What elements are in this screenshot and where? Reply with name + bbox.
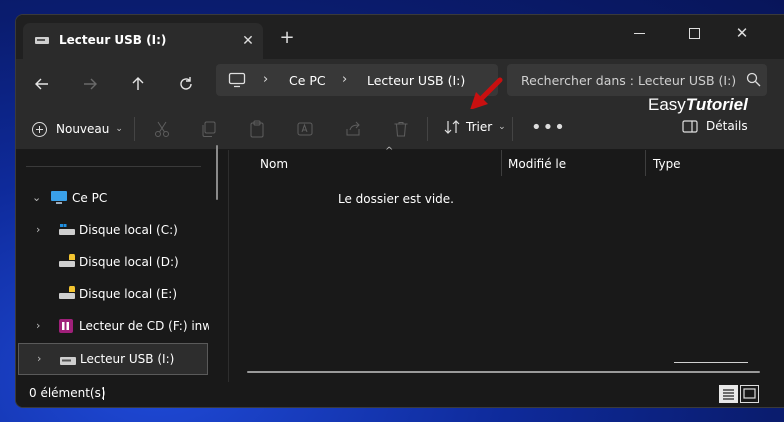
sort-icon: [444, 120, 460, 134]
sidebar-item-label: Ce PC: [72, 191, 108, 205]
status-divider: [103, 387, 104, 400]
more-options-button[interactable]: •••: [531, 117, 566, 138]
column-header-name[interactable]: Nom: [260, 157, 288, 171]
sidebar-item-label: Disque local (C:): [79, 223, 178, 237]
empty-folder-message: Le dossier est vide.: [337, 192, 454, 206]
chevron-right-icon: ›: [36, 223, 41, 236]
search-placeholder: Rechercher dans : Lecteur USB (I:): [521, 73, 737, 88]
tab-title: Lecteur USB (I:): [59, 33, 167, 47]
sidebar-item-label: Lecteur de CD (F:) inwi 4G: [79, 319, 209, 333]
maximize-icon: [688, 28, 700, 39]
toolbar-divider: [134, 117, 135, 141]
file-explorer-window: Lecteur USB (I:) ✕ + ✕ › Ce PC › Lecteur…: [15, 14, 784, 408]
sort-button[interactable]: Trier ⌄: [444, 119, 506, 135]
chevron-right-icon: ›: [342, 72, 348, 87]
arrow-left-icon: [35, 78, 48, 90]
column-divider[interactable]: [501, 150, 502, 176]
new-button[interactable]: Nouveau ⌄: [32, 119, 123, 139]
search-icon[interactable]: [746, 72, 761, 87]
chevron-down-icon: ⌄: [115, 124, 123, 134]
chevron-right-icon: ›: [37, 352, 42, 365]
horizontal-scrollbar[interactable]: [247, 371, 760, 373]
sidebar-item-drive-d[interactable]: Disque local (D:): [16, 247, 210, 277]
chevron-right-icon: ›: [36, 319, 41, 332]
sidebar-item-label: Disque local (D:): [79, 255, 179, 269]
usb-drive-icon: [35, 37, 49, 44]
share-icon[interactable]: [344, 120, 362, 138]
brand-suffix: Tutoriel: [685, 95, 748, 114]
file-list: ^ Nom Modifié le Type Le dossier est vid…: [229, 146, 784, 382]
tab-usb-drive[interactable]: Lecteur USB (I:) ✕: [23, 23, 263, 59]
new-label: Nouveau: [56, 122, 110, 136]
address-bar[interactable]: › Ce PC › Lecteur USB (I:): [216, 64, 498, 96]
refresh-icon: [180, 77, 192, 90]
forward-button[interactable]: [74, 68, 106, 100]
column-header-type[interactable]: Type: [653, 157, 681, 171]
details-pane-icon: [682, 119, 698, 133]
minimize-button[interactable]: [616, 19, 662, 47]
close-window-button[interactable]: ✕: [719, 19, 765, 47]
breadcrumb-usb-drive[interactable]: Lecteur USB (I:): [367, 73, 465, 88]
scrollbar-indicator: [674, 362, 748, 363]
usb-drive-icon: [60, 357, 76, 365]
back-button[interactable]: [26, 68, 58, 100]
drive-icon: [59, 224, 75, 235]
tiles-view-icon: [743, 388, 756, 399]
watermark-brand: EasyTutoriel: [648, 95, 748, 115]
cut-icon[interactable]: [153, 120, 171, 138]
search-input[interactable]: Rechercher dans : Lecteur USB (I:): [507, 64, 767, 96]
column-divider[interactable]: [645, 150, 646, 176]
maximize-button[interactable]: [671, 19, 717, 47]
delete-icon[interactable]: [392, 120, 410, 138]
sort-caret-icon: ^: [385, 146, 394, 157]
sidebar-item-drive-e[interactable]: Disque local (E:): [16, 279, 210, 309]
drive-icon: [59, 286, 75, 299]
chevron-down-icon: ⌄: [32, 191, 42, 204]
navigation-pane: ⌄ Ce PC › Disque local (C:) Disque local…: [16, 150, 228, 382]
sort-label: Trier: [466, 120, 493, 134]
item-count: 0 élément(s): [29, 386, 106, 400]
chevron-down-icon: ⌄: [498, 122, 506, 132]
details-label: Détails: [706, 119, 748, 133]
rename-icon[interactable]: [296, 120, 314, 138]
chevron-right-icon: ›: [263, 72, 269, 87]
monitor-icon: [228, 72, 246, 88]
monitor-icon: [51, 191, 67, 204]
details-pane-button[interactable]: Détails: [682, 119, 748, 133]
toolbar-divider: [427, 117, 428, 141]
arrow-up-icon: [132, 77, 144, 90]
up-button[interactable]: [122, 68, 154, 100]
sidebar-item-usb-drive-i[interactable]: › Lecteur USB (I:): [18, 343, 208, 375]
brand-prefix: Easy: [648, 95, 686, 114]
command-bar: Nouveau ⌄ Trier ⌄ ••• EasyTutoriel Détai…: [16, 95, 784, 150]
nav-scrollbar[interactable]: [216, 145, 218, 200]
cd-drive-icon: [59, 319, 73, 333]
sidebar-item-drive-c[interactable]: › Disque local (C:): [16, 215, 210, 245]
paste-icon[interactable]: [248, 120, 266, 138]
list-view-icon: [723, 389, 734, 400]
sidebar-item-label: Disque local (E:): [79, 287, 178, 301]
close-tab-icon[interactable]: ✕: [237, 30, 259, 52]
sidebar-item-cd-drive-f[interactable]: › Lecteur de CD (F:) inwi 4G: [16, 311, 210, 341]
details-view-button[interactable]: [719, 385, 738, 403]
column-header-modified[interactable]: Modifié le: [508, 157, 566, 171]
breadcrumb-this-pc[interactable]: Ce PC: [289, 73, 326, 88]
tiles-view-button[interactable]: [740, 385, 759, 403]
copy-icon[interactable]: [200, 120, 218, 138]
refresh-button[interactable]: [170, 68, 202, 100]
status-bar: 0 élément(s): [16, 382, 784, 407]
title-bar: Lecteur USB (I:) ✕ + ✕: [16, 15, 784, 59]
sidebar-item-this-pc[interactable]: ⌄ Ce PC: [16, 183, 210, 213]
nav-divider: [26, 166, 201, 167]
arrow-right-icon: [84, 78, 97, 90]
new-tab-button[interactable]: +: [276, 28, 298, 50]
plus-circle-icon: [32, 121, 47, 137]
minimize-icon: [633, 33, 645, 34]
drive-icon: [59, 254, 75, 267]
sidebar-item-label: Lecteur USB (I:): [80, 352, 175, 366]
toolbar-divider: [512, 117, 513, 141]
